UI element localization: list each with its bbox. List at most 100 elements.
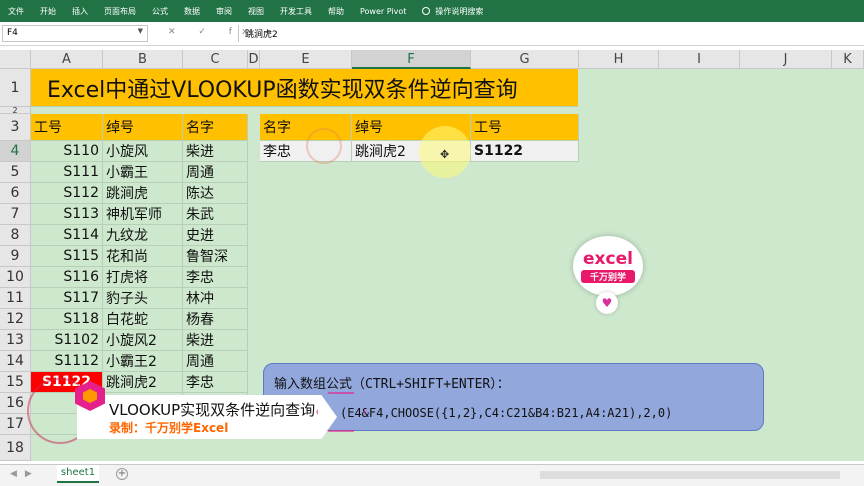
table-cell[interactable]: S112 xyxy=(31,183,103,204)
column-header[interactable]: H xyxy=(579,50,659,69)
row-header[interactable]: 6 xyxy=(0,183,31,204)
column-header[interactable]: C xyxy=(183,50,248,69)
sheet-tab-sheet1[interactable]: sheet1 xyxy=(57,465,99,483)
row-header[interactable]: 17 xyxy=(0,414,31,435)
table-cell[interactable]: S110 xyxy=(31,141,103,162)
row-header[interactable]: 15 xyxy=(0,372,31,393)
ribbon-tab[interactable]: 开始 xyxy=(40,6,56,17)
row-header[interactable]: 2 xyxy=(0,107,31,115)
table-cell[interactable]: 神机军师 xyxy=(103,204,183,225)
table-cell[interactable]: 史进 xyxy=(183,225,248,246)
table-cell[interactable]: S113 xyxy=(31,204,103,225)
row-header[interactable]: 18 xyxy=(0,435,31,461)
table-cell[interactable]: 九纹龙 xyxy=(103,225,183,246)
table-cell[interactable]: 周通 xyxy=(183,162,248,183)
table-cell[interactable]: 周通 xyxy=(183,351,248,372)
column-header[interactable]: K xyxy=(832,50,864,69)
ribbon-tab[interactable]: 开发工具 xyxy=(280,6,312,17)
name-box[interactable]: F4 ▼ xyxy=(2,25,148,42)
table-cell[interactable]: 林冲 xyxy=(183,288,248,309)
chevron-down-icon[interactable]: ▼ xyxy=(138,27,143,35)
formula-input[interactable]: 跳涧虎2 xyxy=(238,25,862,42)
table-cell[interactable]: 小旋风2 xyxy=(103,330,183,351)
table-cell[interactable]: S1112 xyxy=(31,351,103,372)
sheet-nav-arrows-icon[interactable]: ◀▶ xyxy=(10,469,40,479)
ribbon-tab[interactable]: 公式 xyxy=(152,6,168,17)
row-header[interactable]: 1 xyxy=(0,69,31,107)
table-cell[interactable]: 打虎将 xyxy=(103,267,183,288)
ribbon-tab[interactable]: 审阅 xyxy=(216,6,232,17)
column-header[interactable]: I xyxy=(659,50,740,69)
title-cell[interactable]: Excel中通过VLOOKUP函数实现双条件逆向查询 xyxy=(31,69,578,107)
row-header[interactable]: 8 xyxy=(0,225,31,246)
tell-me-search[interactable]: 操作说明搜索 xyxy=(422,6,483,17)
table-cell[interactable]: 柴进 xyxy=(183,330,248,351)
row-header[interactable]: 13 xyxy=(0,330,31,351)
column-header[interactable]: G xyxy=(471,50,579,69)
ribbon-tabs: 文件 开始 插入 页面布局 公式 数据 审阅 视图 开发工具 帮助 Power Pivot 操作说明搜… xyxy=(0,0,864,22)
table-cell[interactable]: S1102 xyxy=(31,330,103,351)
table-header-cell[interactable]: 工号 xyxy=(31,114,103,141)
note-line-2: (E4&F4,CHOOSE({1,2},C4:C21&B4:B21,A4:A21… xyxy=(340,406,673,420)
table-cell[interactable]: 跳涧虎 xyxy=(103,183,183,204)
table-cell[interactable]: 白花蛇 xyxy=(103,309,183,330)
horizontal-scrollbar[interactable] xyxy=(540,471,840,479)
table-cell[interactable]: 李忠 xyxy=(183,267,248,288)
row-header[interactable]: 4 xyxy=(0,141,31,162)
banner-subtitle: 录制：千万别学Excel xyxy=(109,421,229,435)
lookup-value-cell[interactable]: S1122 xyxy=(471,141,579,162)
table-cell[interactable]: S111 xyxy=(31,162,103,183)
ribbon-tab[interactable]: 视图 xyxy=(248,6,264,17)
column-header[interactable]: F xyxy=(352,50,471,69)
table-cell[interactable]: 小霸王 xyxy=(103,162,183,183)
table-cell[interactable]: S118 xyxy=(31,309,103,330)
video-banner: VLOOKUP实现双条件逆向查询 录制：千万别学Excel xyxy=(77,395,337,439)
row-header[interactable]: 11 xyxy=(0,288,31,309)
row-header[interactable]: 7 xyxy=(0,204,31,225)
ribbon-tab[interactable]: 插入 xyxy=(72,6,88,17)
row-header[interactable]: 9 xyxy=(0,246,31,267)
row-header[interactable]: 3 xyxy=(0,114,31,141)
table-cell[interactable]: S114 xyxy=(31,225,103,246)
ribbon-tab[interactable]: 帮助 xyxy=(328,6,344,17)
table-cell[interactable]: 杨春 xyxy=(183,309,248,330)
ribbon-tab[interactable]: 文件 xyxy=(8,6,24,17)
lookup-header-cell[interactable]: 工号 xyxy=(471,114,579,141)
table-cell[interactable]: 花和尚 xyxy=(103,246,183,267)
lightbulb-icon xyxy=(422,7,431,15)
name-box-value: F4 xyxy=(7,28,18,38)
move-cursor-icon: ✥ xyxy=(440,148,450,161)
ribbon-tab[interactable]: Power Pivot xyxy=(360,7,406,16)
column-header[interactable]: D xyxy=(248,50,260,69)
table-cell[interactable]: 小霸王2 xyxy=(103,351,183,372)
banner-title: VLOOKUP实现双条件逆向查询 xyxy=(109,401,316,419)
row-header[interactable]: 14 xyxy=(0,351,31,372)
table-cell[interactable]: S115 xyxy=(31,246,103,267)
table-cell[interactable]: 跳涧虎2 xyxy=(103,372,183,393)
table-header-cell[interactable]: 绰号 xyxy=(103,114,183,141)
column-header[interactable]: J xyxy=(740,50,832,69)
table-cell[interactable]: 柴进 xyxy=(183,141,248,162)
formula-bar: F4 ▼ ✕ ✓ fx 跳涧虎2 xyxy=(0,22,864,46)
column-header[interactable]: A xyxy=(31,50,103,69)
cursor-trail xyxy=(306,128,342,164)
table-cell[interactable]: 豹子头 xyxy=(103,288,183,309)
table-cell[interactable]: 朱武 xyxy=(183,204,248,225)
table-cell[interactable]: 陈达 xyxy=(183,183,248,204)
ribbon-tab[interactable]: 页面布局 xyxy=(104,6,136,17)
column-header[interactable]: E xyxy=(260,50,352,69)
table-cell[interactable]: 鲁智深 xyxy=(183,246,248,267)
select-all-corner[interactable] xyxy=(0,50,31,69)
table-cell[interactable]: 李忠 xyxy=(183,372,248,393)
table-cell[interactable]: S117 xyxy=(31,288,103,309)
row-header[interactable]: 5 xyxy=(0,162,31,183)
table-header-cell[interactable]: 名字 xyxy=(183,114,248,141)
table-cell[interactable]: 小旋风 xyxy=(103,141,183,162)
table-cell[interactable]: S116 xyxy=(31,267,103,288)
add-sheet-icon[interactable]: + xyxy=(116,468,128,480)
column-header[interactable]: B xyxy=(103,50,183,69)
row-header[interactable]: 10 xyxy=(0,267,31,288)
tell-me-label: 操作说明搜索 xyxy=(435,6,484,16)
row-header[interactable]: 12 xyxy=(0,309,31,330)
ribbon-tab[interactable]: 数据 xyxy=(184,6,200,17)
